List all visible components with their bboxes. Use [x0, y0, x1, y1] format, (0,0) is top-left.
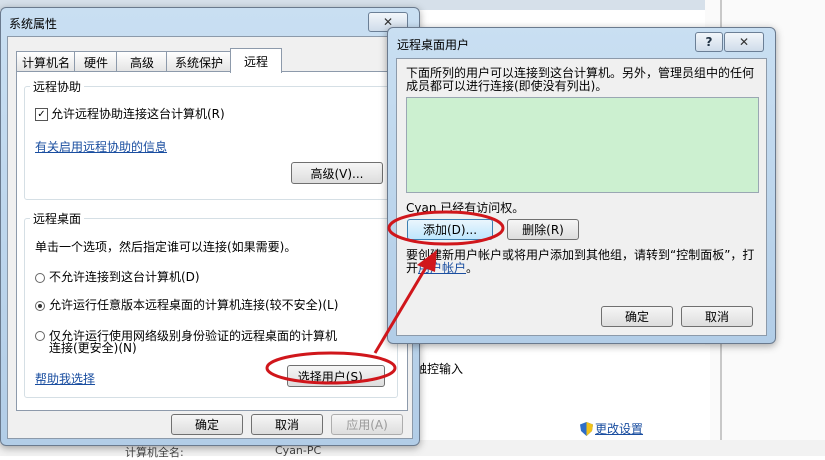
dialog-cancel-button[interactable]: 取消	[681, 306, 753, 327]
dialog-ok-button[interactable]: 确定	[601, 306, 673, 327]
remote-desktop-users-client: 下面所列的用户可以连接到这台计算机。另外，管理员组中的任何成员都可以进行连接(即…	[396, 58, 767, 336]
window-title: 系统属性	[9, 17, 58, 31]
tab-hardware[interactable]: 硬件	[74, 51, 118, 72]
radio-selected-icon	[35, 300, 45, 311]
remote-assistance-info-link[interactable]: 有关启用远程协助的信息	[35, 138, 167, 155]
remote-tab-panel: 远程协助 ✓ 允许远程协助连接这台计算机(R) 有关启用远程协助的信息 高级(V)…	[16, 71, 408, 411]
dialog-close-button[interactable]: ✕	[724, 32, 764, 52]
create-user-instruction: 要创建新用户帐户或将用户添加到其他组，请转到“控制面板”，打开用户帐户。	[406, 249, 758, 275]
access-status-text: Cyan 已经有访问权。	[406, 201, 525, 215]
select-users-button[interactable]: 选择用户(S)...	[287, 365, 385, 387]
tab-remote[interactable]: 远程	[230, 48, 282, 73]
help-button[interactable]: ?	[695, 32, 723, 52]
tab-system-protection[interactable]: 系统保护	[166, 51, 232, 72]
help-icon: ?	[705, 35, 713, 49]
close-icon: ✕	[738, 35, 750, 49]
radio-allow-any-version[interactable]: 允许运行任意版本远程桌面的计算机连接(较不安全)(L)	[35, 296, 338, 313]
tab-advanced[interactable]: 高级	[116, 51, 168, 72]
create-user-text-end: 。	[466, 261, 479, 275]
dialog-description: 下面所列的用户可以连接到这台计算机。另外，管理员组中的任何成员都可以进行连接(即…	[406, 66, 755, 93]
remote-assistance-heading: 远程协助	[30, 78, 85, 95]
user-list[interactable]	[406, 97, 759, 193]
cancel-button[interactable]: 取消	[251, 414, 323, 435]
remote-desktop-instruction: 单击一个选项，然后指定谁可以连接(如果需要)。	[35, 240, 297, 254]
tab-computer-name[interactable]: 计算机名	[16, 51, 76, 72]
ok-button[interactable]: 确定	[171, 414, 243, 435]
computer-name-label: 计算机全名:	[125, 446, 184, 459]
allow-remote-assistance-label: 允许远程协助连接这台计算机(R)	[51, 107, 225, 121]
checkbox-check-icon: ✓	[35, 108, 48, 121]
remote-desktop-users-dialog: 远程桌面用户 ? ✕ 下面所列的用户可以连接到这台计算机。另外，管理员组中的任何…	[387, 27, 776, 344]
allow-remote-assistance-checkbox[interactable]: ✓ 允许远程协助连接这台计算机(R)	[35, 105, 225, 122]
help-me-choose-link[interactable]: 帮助我选择	[35, 370, 95, 387]
system-properties-titlebar[interactable]: 系统属性 ✕	[1, 8, 419, 36]
change-settings-link[interactable]: 更改设置	[580, 420, 643, 437]
radio-allow-any-label: 允许运行任意版本远程桌面的计算机连接(较不安全)(L)	[49, 298, 339, 312]
dialog-title: 远程桌面用户	[397, 38, 470, 52]
system-properties-window: 系统属性 ✕ 计算机名 硬件 高级 系统保护 远程 远程协助 ✓ 允许远程协助连接…	[0, 7, 420, 446]
radio-deny-connections[interactable]: 不允许连接到这台计算机(D)	[35, 268, 200, 285]
radio-deny-label: 不允许连接到这台计算机(D)	[49, 270, 200, 284]
remote-desktop-heading: 远程桌面	[30, 210, 85, 227]
shield-icon	[580, 421, 593, 436]
radio-icon	[35, 331, 45, 341]
add-user-button[interactable]: 添加(D)...	[407, 219, 493, 240]
user-accounts-link[interactable]: 用户帐户	[418, 261, 466, 275]
apply-button[interactable]: 应用(A)	[331, 414, 403, 435]
radio-allow-nla-only[interactable]: 仅允许运行使用网络级别身份验证的远程桌面的计算机连接(更安全)(N)	[35, 330, 340, 354]
radio-icon	[35, 272, 45, 283]
touch-input-label: 触控输入	[415, 362, 464, 376]
radio-allow-nla-label: 仅允许运行使用网络级别身份验证的远程桌面的计算机连接(更安全)(N)	[49, 329, 338, 355]
advanced-button[interactable]: 高级(V)...	[291, 162, 383, 184]
change-settings-label: 更改设置	[595, 422, 644, 436]
remove-user-button[interactable]: 删除(R)	[507, 219, 579, 240]
remote-desktop-users-titlebar[interactable]: 远程桌面用户 ? ✕	[388, 28, 775, 56]
